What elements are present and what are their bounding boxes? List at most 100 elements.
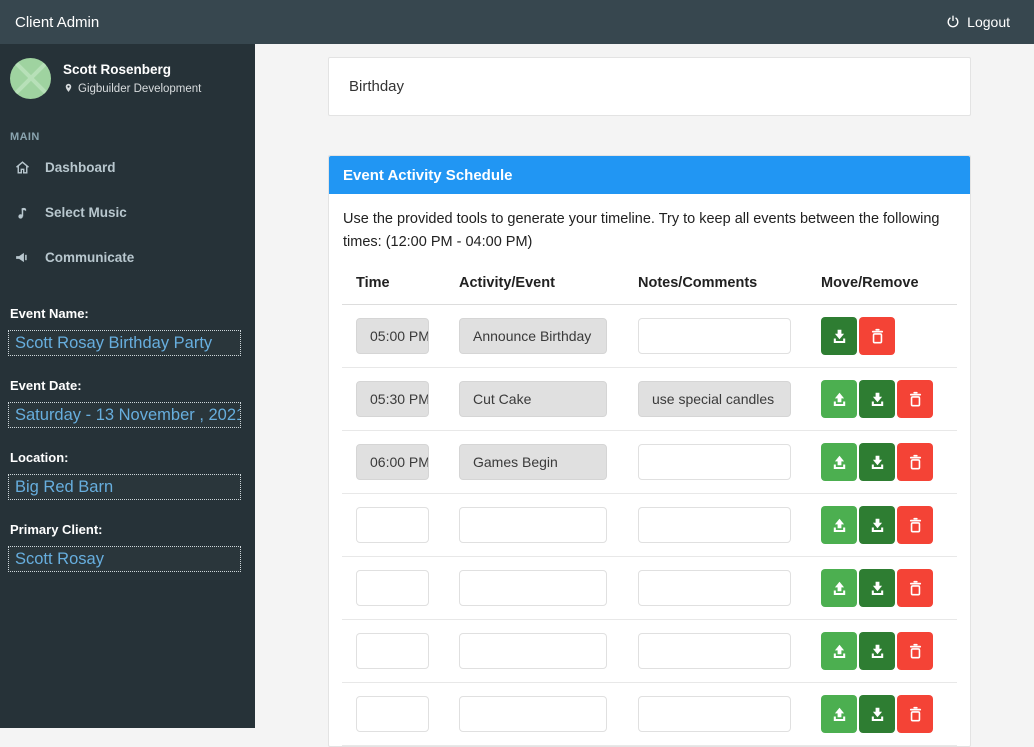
remove-button[interactable] bbox=[897, 569, 933, 608]
field-value: Big Red Barn bbox=[8, 474, 241, 500]
power-icon bbox=[945, 14, 961, 30]
time-input[interactable] bbox=[356, 507, 429, 544]
time-input[interactable] bbox=[356, 570, 429, 607]
activity-input[interactable] bbox=[459, 507, 607, 544]
trash-icon bbox=[906, 390, 925, 409]
sidebar-item-communicate[interactable]: Communicate bbox=[0, 235, 255, 280]
move-down-button[interactable] bbox=[859, 506, 895, 545]
megaphone-icon bbox=[14, 249, 31, 266]
activity-input[interactable] bbox=[459, 318, 607, 355]
activity-input[interactable] bbox=[459, 381, 607, 418]
activity-input[interactable] bbox=[459, 696, 607, 733]
user-company-label: Gigbuilder Development bbox=[78, 82, 202, 95]
user-name: Scott Rosenberg bbox=[63, 62, 172, 77]
notes-input[interactable] bbox=[638, 696, 791, 733]
notes-input[interactable] bbox=[638, 633, 791, 670]
notes-input[interactable] bbox=[638, 507, 791, 544]
sidebar-field: Event Name: Scott Rosay Birthday Party bbox=[8, 306, 247, 356]
upload-arrow-icon bbox=[830, 642, 849, 661]
trash-icon bbox=[906, 642, 925, 661]
app-title: Client Admin bbox=[15, 13, 100, 31]
upload-arrow-icon bbox=[830, 705, 849, 724]
time-input[interactable] bbox=[356, 444, 429, 481]
notes-input[interactable] bbox=[638, 381, 791, 418]
field-label: Event Date: bbox=[10, 378, 82, 393]
sidebar-item-label: Communicate bbox=[45, 250, 135, 265]
sidebar-item-label: Dashboard bbox=[45, 160, 116, 175]
schedule-instructions: Use the provided tools to generate your … bbox=[343, 211, 940, 251]
sidebar-item-dashboard[interactable]: Dashboard bbox=[0, 145, 255, 190]
trash-icon bbox=[906, 453, 925, 472]
sidebar-nav: Dashboard Select Music Communicate bbox=[0, 145, 255, 280]
user-profile: Scott Rosenberg Gigbuilder Development bbox=[0, 44, 255, 111]
move-remove-cell bbox=[821, 380, 957, 419]
time-input[interactable] bbox=[356, 381, 429, 418]
time-input[interactable] bbox=[356, 318, 429, 355]
move-remove-cell bbox=[821, 632, 957, 671]
sidebar: Scott Rosenberg Gigbuilder Development M… bbox=[0, 44, 255, 728]
remove-button[interactable] bbox=[897, 632, 933, 671]
schedule-row bbox=[342, 305, 957, 369]
move-down-button[interactable] bbox=[859, 569, 895, 608]
logout-label: Logout bbox=[967, 14, 1010, 30]
schedule-row bbox=[342, 368, 957, 432]
field-label: Location: bbox=[10, 450, 69, 465]
event-type-label: Birthday bbox=[349, 78, 405, 95]
music-note-icon bbox=[14, 204, 31, 221]
user-company: Gigbuilder Development bbox=[63, 82, 201, 95]
event-type-card: Birthday bbox=[328, 57, 971, 116]
move-up-button[interactable] bbox=[821, 443, 857, 482]
schedule-row bbox=[342, 557, 957, 621]
sidebar-field: Location: Big Red Barn bbox=[8, 450, 247, 500]
activity-input[interactable] bbox=[459, 570, 607, 607]
schedule-row bbox=[342, 683, 957, 747]
move-up-button[interactable] bbox=[821, 569, 857, 608]
panel-title: Event Activity Schedule bbox=[329, 156, 970, 194]
move-up-button[interactable] bbox=[821, 380, 857, 419]
upload-arrow-icon bbox=[830, 453, 849, 472]
remove-button[interactable] bbox=[897, 506, 933, 545]
move-down-button[interactable] bbox=[821, 317, 857, 356]
schedule-header-row: Time Activity/Event Notes/Comments Move/… bbox=[342, 267, 957, 306]
notes-input[interactable] bbox=[638, 570, 791, 607]
remove-button[interactable] bbox=[859, 317, 895, 356]
move-down-button[interactable] bbox=[859, 632, 895, 671]
move-remove-cell bbox=[821, 443, 957, 482]
trash-icon bbox=[906, 705, 925, 724]
download-arrow-icon bbox=[868, 642, 887, 661]
column-header-activity: Activity/Event bbox=[459, 275, 555, 292]
download-arrow-icon bbox=[868, 705, 887, 724]
schedule-row bbox=[342, 494, 957, 558]
upload-arrow-icon bbox=[830, 390, 849, 409]
sidebar-field: Primary Client: Scott Rosay bbox=[8, 522, 247, 572]
field-value: Saturday - 13 November , 2021 bbox=[8, 402, 241, 428]
move-down-button[interactable] bbox=[859, 380, 895, 419]
upload-arrow-icon bbox=[830, 579, 849, 598]
move-up-button[interactable] bbox=[821, 632, 857, 671]
activity-input[interactable] bbox=[459, 444, 607, 481]
location-pin-icon bbox=[63, 82, 74, 95]
sidebar-item-select-music[interactable]: Select Music bbox=[0, 190, 255, 235]
field-label: Primary Client: bbox=[10, 522, 103, 537]
activity-input[interactable] bbox=[459, 633, 607, 670]
logout-button[interactable]: Logout bbox=[945, 14, 1010, 30]
notes-input[interactable] bbox=[638, 318, 791, 355]
move-down-button[interactable] bbox=[859, 443, 895, 482]
move-up-button[interactable] bbox=[821, 506, 857, 545]
download-arrow-icon bbox=[868, 516, 887, 535]
download-arrow-icon bbox=[868, 579, 887, 598]
download-arrow-icon bbox=[868, 390, 887, 409]
sidebar-item-label: Select Music bbox=[45, 205, 127, 220]
remove-button[interactable] bbox=[897, 380, 933, 419]
schedule-table: Time Activity/Event Notes/Comments Move/… bbox=[342, 267, 957, 747]
sidebar-field: Event Date: Saturday - 13 November , 202… bbox=[8, 378, 247, 428]
sidebar-section-label: MAIN bbox=[10, 131, 40, 143]
move-remove-cell bbox=[821, 569, 957, 608]
time-input[interactable] bbox=[356, 633, 429, 670]
time-input[interactable] bbox=[356, 696, 429, 733]
home-icon bbox=[14, 159, 31, 176]
trash-icon bbox=[906, 579, 925, 598]
column-header-notes: Notes/Comments bbox=[638, 275, 758, 292]
notes-input[interactable] bbox=[638, 444, 791, 481]
remove-button[interactable] bbox=[897, 443, 933, 482]
